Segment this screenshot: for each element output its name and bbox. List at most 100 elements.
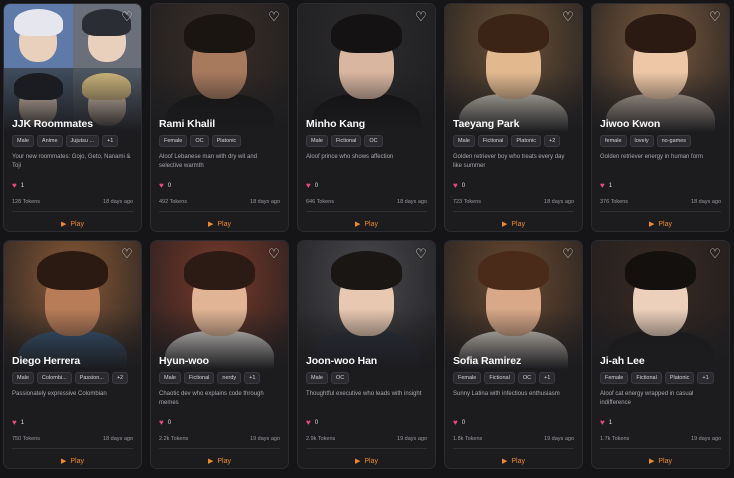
like-count-value: 0 [167,182,172,189]
play-button[interactable]: ▶ Play [445,217,582,231]
play-label: Play [511,220,525,228]
like-count: ♥ 0 [306,181,318,190]
character-card[interactable]: ♡ Hyun-woo Male Fictional nerdy +1 Chaotic dev… [150,240,289,469]
card-divider [306,211,427,212]
created-age: 18 days ago [397,199,427,205]
tag-badge: Fictional [631,372,662,384]
play-icon: ▶ [60,458,67,465]
character-description: Your new roommates: Gojo, Geto, Nanami &… [12,154,131,169]
like-count: ♥ 1 [600,181,612,190]
play-icon: ▶ [648,458,655,465]
token-count: 2.9k Tokens [306,436,336,442]
favorite-heart-icon[interactable]: ♡ [708,10,722,24]
character-card[interactable]: ♡ Rami Khalil Female OC Platonic Aloof Lebane… [150,3,289,232]
play-icon: ▶ [207,221,214,228]
like-count: ♥ 1 [12,418,24,427]
play-button[interactable]: ▶ Play [4,217,141,231]
favorite-heart-icon[interactable]: ♡ [414,247,428,261]
like-count: ♥ 0 [453,418,465,427]
card-divider [159,448,280,449]
token-count: 492 Tokens [159,199,188,205]
favorite-heart-icon[interactable]: ♡ [267,10,281,24]
card-stats: 2.9k Tokens 19 days ago [306,436,427,442]
character-name: Diego Herrera [12,355,81,367]
tag-list: Male Fictional nerdy +1 [159,372,280,384]
character-card[interactable]: ♡ Minho Kang Male Fictional OC Aloof prince w… [297,3,436,232]
favorite-heart-icon[interactable]: ♡ [561,10,575,24]
created-age: 18 days ago [544,199,574,205]
favorite-heart-icon[interactable]: ♡ [120,247,134,261]
character-card[interactable]: ♡ JJK Roommates Male Anime Jujutsu ... +1 Your… [3,3,142,232]
tag-badge: +2 [111,372,129,384]
favorite-heart-icon[interactable]: ♡ [267,247,281,261]
character-description: Aloof cat energy wrapped in casual indif… [600,391,694,406]
play-button[interactable]: ▶ Play [298,454,435,468]
token-count: 750 Tokens [12,436,41,442]
tag-badge: Platonic [664,372,695,384]
favorite-heart-icon[interactable]: ♡ [120,10,134,24]
favorite-heart-icon[interactable]: ♡ [414,10,428,24]
tag-badge: Passion... [74,372,109,384]
play-label: Play [511,457,525,465]
like-count-value: 1 [608,182,613,189]
character-name: Joon-woo Han [306,355,378,367]
play-button[interactable]: ▶ Play [592,217,729,231]
card-stats: 128 Tokens 18 days ago [12,199,133,205]
tag-badge: Female [600,372,629,384]
tag-badge: Colombi... [36,372,72,384]
tag-badge: Fictional [484,372,515,384]
token-count: 2.2k Tokens [159,436,189,442]
character-card[interactable]: ♡ Ji-ah Lee Female Fictional Platonic +1 Aloof… [591,240,730,469]
play-button[interactable]: ▶ Play [4,454,141,468]
heart-icon: ♥ [159,181,164,190]
character-name: Jiwoo Kwon [600,118,661,130]
favorite-heart-icon[interactable]: ♡ [708,247,722,261]
tag-badge: OC [364,135,383,147]
created-age: 19 days ago [397,436,427,442]
like-count: ♥ 1 [600,418,612,427]
tag-badge: no-games [656,135,692,147]
tag-badge: Platonic [211,135,242,147]
character-card[interactable]: ♡ Taeyang Park Male Fictional Platonic +2 Gold… [444,3,583,232]
character-description: Aloof prince who shows affection [306,154,394,160]
card-divider [12,448,133,449]
character-name: JJK Roommates [12,118,93,130]
character-card[interactable]: ♡ Joon-woo Han Male OC Thoughtful executive … [297,240,436,469]
character-name: Minho Kang [306,118,366,130]
play-icon: ▶ [648,221,655,228]
play-button[interactable]: ▶ Play [445,454,582,468]
play-button[interactable]: ▶ Play [298,217,435,231]
character-name: Rami Khalil [159,118,216,130]
heart-icon: ♥ [600,418,605,427]
character-card[interactable]: ♡ Diego Herrera Male Colombi... Passion... +2… [3,240,142,469]
character-card[interactable]: ♡ Jiwoo Kwon female lovely no-games Golden re… [591,3,730,232]
like-count-value: 0 [314,419,319,426]
character-description: Chaotic dev who explains code through me… [159,391,264,406]
tag-list: Male OC [306,372,427,384]
like-count: ♥ 0 [306,418,318,427]
heart-icon: ♥ [600,181,605,190]
character-card[interactable]: ♡ Sofia Ramirez Female Fictional OC +1 Sunny L… [444,240,583,469]
tag-badge: Male [159,372,181,384]
tag-list: Male Anime Jujutsu ... +1 [12,135,133,147]
play-button[interactable]: ▶ Play [592,454,729,468]
token-count: 1.8k Tokens [453,436,483,442]
tag-badge: Female [159,135,188,147]
heart-icon: ♥ [306,418,311,427]
tag-badge: +1 [539,372,556,384]
token-count: 646 Tokens [306,199,335,205]
play-button[interactable]: ▶ Play [151,454,288,468]
heart-icon: ♥ [453,418,458,427]
tag-badge: Male [306,135,328,147]
tag-list: Female Fictional Platonic +1 [600,372,721,384]
character-description: Golden retriever boy who treats every da… [453,154,565,169]
like-count-value: 0 [167,419,172,426]
play-icon: ▶ [354,221,361,228]
card-stats: 2.2k Tokens 19 days ago [159,436,280,442]
favorite-heart-icon[interactable]: ♡ [561,247,575,261]
heart-icon: ♥ [159,418,164,427]
card-stats: 376 Tokens 18 days ago [600,199,721,205]
play-button[interactable]: ▶ Play [151,217,288,231]
tag-badge: OC [517,372,537,384]
character-grid: ♡ JJK Roommates Male Anime Jujutsu ... +1 Your… [3,3,730,469]
